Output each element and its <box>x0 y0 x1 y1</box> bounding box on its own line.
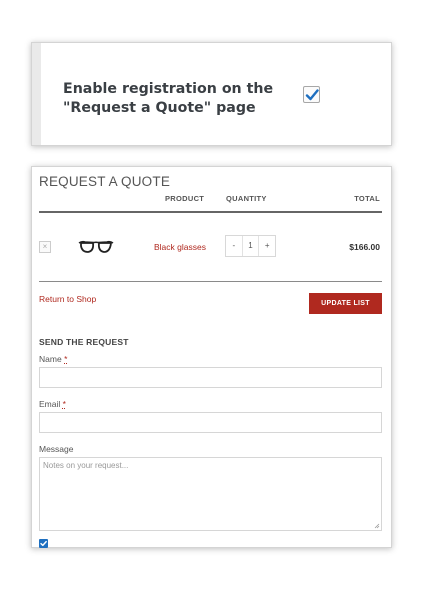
required-marker: * <box>64 354 68 364</box>
line-total: $166.00 <box>349 242 380 252</box>
checkmark-icon <box>40 540 47 547</box>
enable-registration-checkbox[interactable] <box>303 86 320 103</box>
quantity-stepper: - 1 + <box>225 235 276 257</box>
registration-setting-panel: Enable registration on the "Request a Qu… <box>31 42 392 146</box>
table-header-divider <box>39 211 382 213</box>
request-quote-panel: REQUEST A QUOTE PRODUCT QUANTITY TOTAL ×… <box>31 166 392 548</box>
return-to-shop-link[interactable]: Return to Shop <box>39 294 96 304</box>
name-field-label: Name * <box>39 354 67 364</box>
send-request-heading: SEND THE REQUEST <box>39 337 129 347</box>
remove-item-button[interactable]: × <box>39 241 51 253</box>
message-placeholder: Notes on your request... <box>43 461 129 470</box>
column-header-quantity: QUANTITY <box>226 194 267 203</box>
name-field[interactable] <box>39 367 382 388</box>
email-field-label: Email * <box>39 399 66 409</box>
update-list-button[interactable]: UPDATE LIST <box>309 293 382 314</box>
resize-grip-icon[interactable] <box>374 523 380 529</box>
quote-title: REQUEST A QUOTE <box>39 174 171 189</box>
name-label-text: Name <box>39 354 62 364</box>
message-field-label: Message <box>39 444 74 454</box>
panel-side-strip <box>32 43 41 145</box>
setting-label-line-1: Enable registration on the <box>63 81 274 97</box>
email-label-text: Email <box>39 399 61 409</box>
quantity-increase-button[interactable]: + <box>259 236 275 256</box>
quantity-input[interactable]: 1 <box>241 236 260 256</box>
quantity-decrease-button[interactable]: - <box>226 236 242 256</box>
product-link-black-glasses[interactable]: Black glasses <box>154 242 206 252</box>
checkmark-icon <box>305 89 319 101</box>
email-field[interactable] <box>39 412 382 433</box>
required-marker: * <box>62 399 66 409</box>
column-header-product: PRODUCT <box>165 194 205 203</box>
registration-setting-label: Enable registration on the "Request a Qu… <box>63 80 283 118</box>
consent-checkbox[interactable] <box>39 539 48 548</box>
glasses-icon <box>78 240 114 253</box>
message-textarea[interactable]: Notes on your request... <box>39 457 382 531</box>
column-header-total: TOTAL <box>354 194 380 203</box>
setting-label-line-2: "Request a Quote" page <box>63 100 256 116</box>
table-footer-divider <box>39 281 382 282</box>
